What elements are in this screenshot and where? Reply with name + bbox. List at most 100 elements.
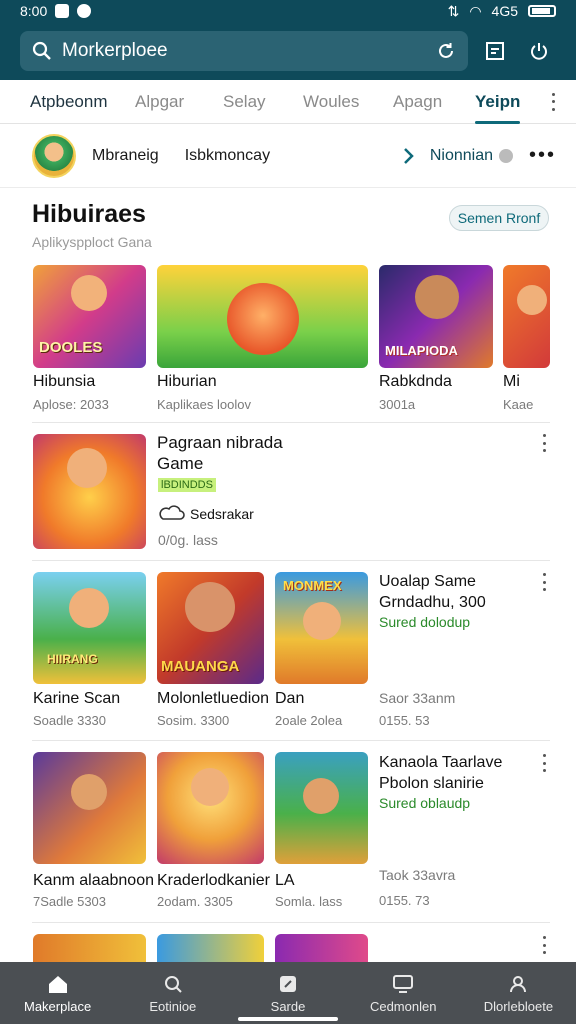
side1-green: Sured dolodup <box>379 614 471 630</box>
cloud-icon <box>159 505 185 520</box>
bottom-navigation: Makerplace Eotinioe Sarde Cedmonlen Dlor… <box>0 962 576 1024</box>
game-sub-1: Aplose: 2033 <box>33 397 109 412</box>
side1-meta-title: Saor 33anm <box>379 690 456 706</box>
feature-meta: 0/0g. lass <box>158 532 218 548</box>
nav-downloads[interactable]: Cedmonlen <box>346 962 461 1024</box>
side1-line2: Grndadhu, 300 <box>379 594 486 611</box>
grid1-thumb-1[interactable]: HIIRANG <box>33 572 146 684</box>
side2-meta-title: Taok 33avra <box>379 867 456 883</box>
section-subtitle: Aplikyspploct Gana <box>32 234 152 250</box>
chevron-right-icon[interactable] <box>402 146 416 166</box>
grid2-sub-3: Somla. lass <box>275 894 343 909</box>
search-icon <box>32 41 51 60</box>
nav-saved[interactable]: Sarde <box>230 962 345 1024</box>
refresh-icon[interactable] <box>436 41 456 61</box>
nav-explore[interactable]: Eotinioe <box>115 962 230 1024</box>
divider <box>32 560 550 561</box>
status-bar: 8:00 ⇅ ◠ 4G5 <box>0 0 576 22</box>
wifi-icon: ◠ <box>469 2 482 19</box>
network-label: 4G5 <box>491 3 518 19</box>
status-time: 8:00 <box>20 3 48 19</box>
tab-5[interactable]: Yeipn <box>475 80 521 124</box>
grid1-title-1: Karine Scan <box>33 690 121 707</box>
monitor-icon <box>392 973 414 995</box>
avatar[interactable] <box>32 133 76 178</box>
nav-profile[interactable]: Dlorlebloete <box>461 962 576 1024</box>
tab-4[interactable]: Apagn <box>393 80 475 124</box>
side2-green: Sured oblaudp <box>379 795 471 811</box>
feature-title-line2[interactable]: Game <box>157 454 203 474</box>
search-input[interactable]: Morkerploee <box>62 40 436 62</box>
side1-meta-sub: 0155. 53 <box>379 713 430 728</box>
grid1-more-icon[interactable] <box>541 573 547 591</box>
nav-label-marketplace: Makerplace <box>24 998 92 1014</box>
tabs-more-icon[interactable] <box>550 92 556 111</box>
profile-name-a[interactable]: Mbraneig <box>92 147 159 165</box>
side2-line1[interactable]: Kanaola Taarlave <box>379 754 502 772</box>
nav-marketplace[interactable]: Makerplace <box>0 962 115 1024</box>
signal-icon: ⇅ <box>447 2 460 19</box>
game-title-1: Hibunsia <box>33 373 96 390</box>
power-icon[interactable] <box>528 40 550 62</box>
profile-name-b[interactable]: Isbkmoncay <box>185 147 270 165</box>
divider <box>32 740 550 741</box>
grid1-title-2: Molonletluedion <box>157 690 270 707</box>
home-icon <box>47 973 69 995</box>
game-title-2: Hiburian <box>157 373 217 390</box>
grid2-title-1: Kanm alaabnoon <box>33 872 154 889</box>
game-title-3: Rabkdnda <box>379 373 452 390</box>
game-sub-2: Kaplikaes loolov <box>157 397 251 412</box>
book-icon[interactable] <box>484 40 506 62</box>
game-thumb-2[interactable] <box>157 265 368 368</box>
grid1-thumb-2[interactable]: MAUANGA <box>157 572 264 684</box>
side2-meta-sub: 0155. 73 <box>379 893 430 908</box>
game-title-4: Mi <box>503 373 520 390</box>
nav-label-profile: Dlorlebloete <box>483 998 554 1014</box>
feature-tag: lBDINDDS <box>158 478 216 492</box>
tab-3[interactable]: Woules <box>303 80 393 124</box>
home-indicator[interactable] <box>238 1017 338 1021</box>
region-badge-icon <box>498 148 513 163</box>
feature-title-line1[interactable]: Pagraan nibrada <box>157 433 283 453</box>
tab-2[interactable]: Selay <box>223 80 299 124</box>
side1-line1[interactable]: Uoalap Same <box>379 573 476 591</box>
see-more-button[interactable]: Semen Rronf <box>449 205 549 231</box>
game-thumb-4[interactable] <box>503 265 550 368</box>
side2-line2: Pbolon slanirie <box>379 775 484 792</box>
grid1-thumb-3[interactable]: MONMEX <box>275 572 368 684</box>
category-tabs: Atpbeonm Alpgar Selay Woules Apagn Yeipn <box>0 80 576 124</box>
grid3-more-icon[interactable] <box>541 936 547 954</box>
search-bar[interactable]: Morkerploee <box>20 31 468 71</box>
more-icon[interactable]: ••• <box>529 144 556 167</box>
grid3-thumb-3[interactable] <box>275 934 368 962</box>
grid1-sub-2: Sosim. 3300 <box>157 713 230 728</box>
grid3-thumb-2[interactable] <box>157 934 264 962</box>
grid2-more-icon[interactable] <box>541 754 547 772</box>
messenger-icon <box>55 4 70 18</box>
game-thumb-1[interactable]: DOOLES <box>33 265 146 368</box>
game-sub-3: 3001a <box>379 397 416 412</box>
profile-row: Mbraneig Isbkmoncay Nionnian ••• <box>0 124 576 188</box>
grid1-title-3: Dan <box>275 690 305 707</box>
grid1-sub-1: Soadle 3330 <box>33 713 107 728</box>
grid2-title-3: LA <box>275 872 295 889</box>
grid2-thumb-1[interactable] <box>33 752 146 864</box>
grid2-title-2: Kraderlodkanier <box>157 872 270 889</box>
feature-thumb[interactable] <box>33 434 146 549</box>
edit-icon <box>277 973 299 995</box>
nav-label-explore: Eotinioe <box>149 998 197 1014</box>
tab-1[interactable]: Alpgar <box>135 80 223 124</box>
grid2-thumb-3[interactable] <box>275 752 368 864</box>
feature-status: Sedsrakar <box>190 506 254 522</box>
nav-label-downloads: Cedmonlen <box>369 998 437 1014</box>
grid2-sub-1: 7Sadle 5303 <box>33 894 107 909</box>
region-label[interactable]: Nionnian <box>430 147 493 165</box>
game-thumb-3[interactable]: MILAPIODA <box>379 265 493 368</box>
section-title: Hibuiraes <box>32 200 146 228</box>
grid2-thumb-2[interactable] <box>157 752 264 864</box>
game-thumb-1-title: DOOLES <box>39 339 103 356</box>
grid3-thumb-1[interactable] <box>33 934 146 962</box>
tab-0[interactable]: Atpbeonm <box>30 80 135 124</box>
feature-more-icon[interactable] <box>541 434 547 452</box>
game-sub-4: Kaae <box>503 397 534 412</box>
